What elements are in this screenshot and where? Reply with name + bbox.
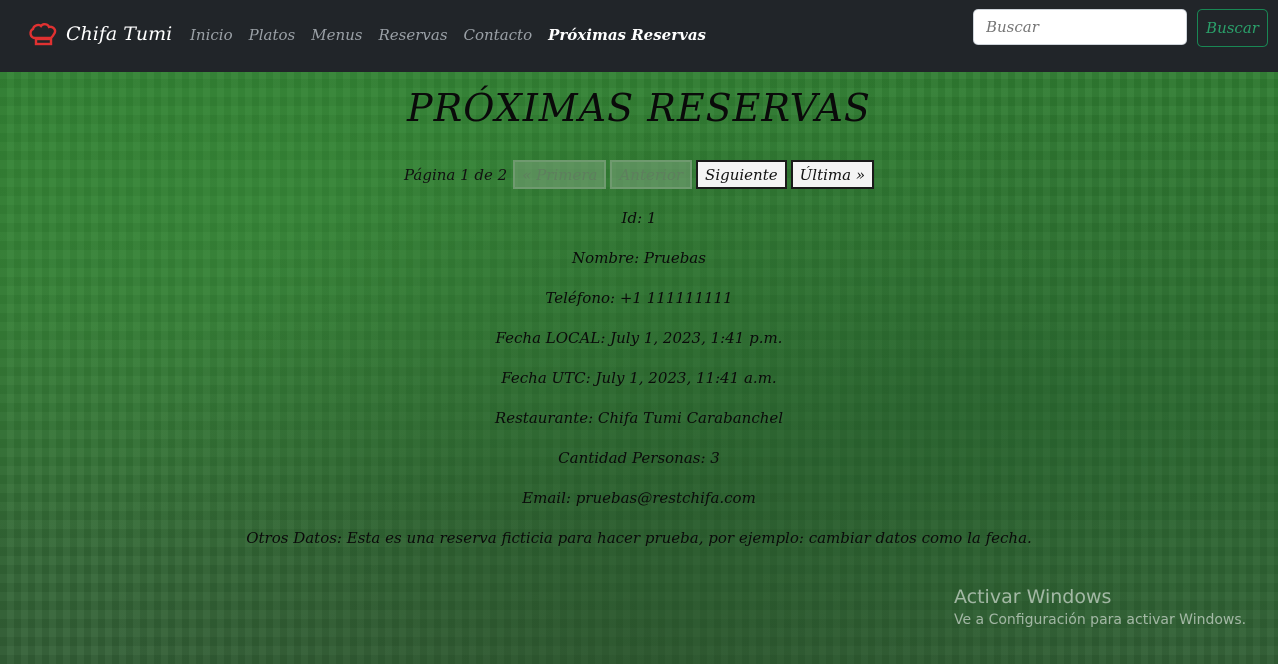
watermark-title: Activar Windows [954, 586, 1112, 608]
reservation-id: Id: 1 [621, 209, 657, 227]
nav-link-platos[interactable]: Platos [249, 26, 296, 44]
reservation-people: Cantidad Personas: 3 [558, 449, 720, 467]
reservation-email: Email: pruebas@restchifa.com [522, 489, 756, 507]
pagination: Página 1 de 2 « Primera Anterior Siguien… [0, 160, 1278, 189]
reservation-local-date: Fecha LOCAL: July 1, 2023, 1:41 p.m. [495, 329, 783, 347]
next-page-button[interactable]: Siguiente [696, 160, 787, 189]
reservation-other: Otros Datos: Esta es una reserva fictici… [246, 529, 1032, 547]
top-navbar: Chifa Tumi Inicio Platos Menus Reservas … [0, 0, 1278, 72]
brand-name: Chifa Tumi [66, 23, 173, 45]
previous-page-button: Anterior [610, 160, 693, 189]
reservation-details: Id: 1 Nombre: Pruebas Teléfono: +1 11111… [0, 207, 1278, 567]
first-page-button: « Primera [513, 160, 607, 189]
nav-link-menus[interactable]: Menus [311, 26, 362, 44]
brand[interactable]: Chifa Tumi [28, 22, 172, 46]
reservation-phone: Teléfono: +1 111111111 [545, 289, 733, 307]
nav-link-proximas-reservas[interactable]: Próximas Reservas [548, 26, 706, 44]
search-button[interactable]: Buscar [1197, 9, 1268, 47]
nav-link-reservas[interactable]: Reservas [378, 26, 447, 44]
last-page-button[interactable]: Última » [790, 160, 875, 189]
page-info: Página 1 de 2 [403, 165, 508, 184]
reservation-name: Nombre: Pruebas [572, 249, 706, 267]
windows-activation-watermark: Activar Windows Ve a Configuración para … [954, 586, 1246, 628]
reservation-restaurant: Restaurante: Chifa Tumi Carabanchel [494, 409, 784, 427]
chef-hat-icon [28, 22, 58, 46]
nav-links: Inicio Platos Menus Reservas Contacto Pr… [190, 26, 722, 44]
nav-link-contacto[interactable]: Contacto [464, 26, 533, 44]
page-title: PRÓXIMAS RESERVAS [407, 86, 871, 130]
search-input[interactable] [973, 9, 1187, 45]
reservation-utc-date: Fecha UTC: July 1, 2023, 11:41 a.m. [501, 369, 777, 387]
watermark-subtitle: Ve a Configuración para activar Windows. [954, 612, 1247, 628]
nav-link-inicio[interactable]: Inicio [190, 26, 233, 44]
